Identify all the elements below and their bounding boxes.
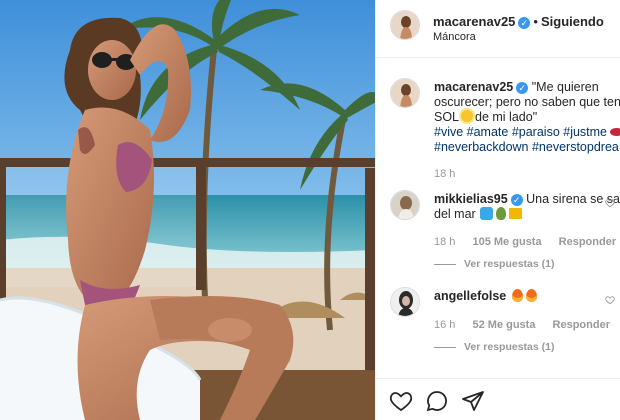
comment-username[interactable]: mikkielias95	[434, 192, 508, 206]
post-location[interactable]: Máncora	[433, 31, 476, 43]
commenter-avatar[interactable]	[390, 190, 420, 220]
crown-emoji-icon	[508, 208, 522, 219]
comment-button-graphic	[426, 391, 447, 412]
fire-emoji-icon	[526, 289, 538, 302]
hashtags-line-1[interactable]: #vive #amate #paraiso #justme	[434, 125, 607, 139]
following-button[interactable]: Siguiendo	[541, 14, 604, 29]
author-username[interactable]: macarenav25	[433, 14, 515, 29]
share-button-graphic	[462, 391, 484, 411]
caption-line-3a: SOL	[434, 110, 460, 124]
caption-line-3b: de mi lado"	[475, 110, 538, 124]
verified-badge-icon: ✓	[516, 82, 529, 94]
beach-photo-image	[0, 0, 375, 420]
verified-badge-icon: ✓	[510, 194, 523, 206]
comment-text-line-2: del mar	[434, 207, 476, 221]
lips-emoji-icon	[610, 128, 620, 136]
replies-line	[434, 263, 456, 265]
replies-line	[434, 346, 456, 348]
author-line: macarenav25 ✓ • Siguiendo	[433, 14, 604, 29]
reply-button[interactable]: Responder	[559, 236, 616, 248]
commenter-avatar[interactable]	[390, 287, 420, 317]
comment-meta: 16 h 52 Me gusta Responder	[434, 319, 620, 331]
comment-time[interactable]: 16 h	[434, 319, 455, 331]
caption-avatar[interactable]	[390, 78, 420, 108]
like-button-graphic	[389, 392, 413, 412]
speech-bubble-icon[interactable]	[425, 389, 449, 413]
sun-emoji-icon	[461, 110, 474, 122]
comment-text: mikkielias95✓ Una sirena se salió del ma…	[434, 192, 620, 222]
heart-outline-icon[interactable]	[389, 389, 413, 413]
paper-plane-icon[interactable]	[461, 389, 485, 413]
hashtags-line-2[interactable]: #neverbackdown #neverstopdrea	[434, 140, 620, 155]
caption-avatar-image	[391, 79, 419, 107]
shell-emoji-icon	[495, 207, 506, 220]
caption-line-2: oscurecer; pero no saben que teng	[434, 95, 620, 109]
separator-dot: •	[533, 14, 538, 29]
comment-text: angellefolse	[434, 289, 620, 304]
caption-meta: 18 h	[434, 168, 469, 180]
post-action-bar	[376, 378, 620, 420]
post-side-panel: macarenav25 ✓ • Siguiendo Máncora macarenav…	[375, 0, 620, 420]
post-header: macarenav25 ✓ • Siguiendo Máncora	[376, 0, 620, 58]
view-replies-button[interactable]: Ver respuestas (1)	[434, 258, 554, 270]
view-replies-label: Ver respuestas (1)	[464, 341, 555, 353]
caption-line-1: "Me quieren	[531, 80, 599, 94]
comment-like-count[interactable]: 52 Me gusta	[472, 319, 535, 331]
view-replies-label: Ver respuestas (1)	[464, 258, 555, 270]
comment-username[interactable]: angellefolse	[434, 289, 506, 303]
comment-like-heart-icon[interactable]	[605, 198, 615, 208]
commenter-avatar-image	[391, 191, 419, 219]
fire-emoji-icon	[512, 289, 524, 302]
caption-username[interactable]: macarenav25	[434, 80, 513, 94]
verified-badge-icon: ✓	[518, 17, 531, 29]
caption-text: macarenav25 ✓ "Me quieren oscurecer; pero…	[434, 80, 620, 155]
author-avatar[interactable]	[390, 10, 420, 40]
view-replies-button[interactable]: Ver respuestas (1)	[434, 341, 554, 353]
post-photo[interactable]	[0, 0, 375, 420]
wave-emoji-icon	[479, 207, 493, 220]
comment-time[interactable]: 18 h	[434, 236, 455, 248]
commenter-avatar-image	[391, 288, 419, 316]
comment-meta: 18 h 105 Me gusta Responder	[434, 236, 620, 248]
caption-time[interactable]: 18 h	[434, 168, 455, 180]
author-avatar-image	[391, 11, 419, 39]
comment-like-count[interactable]: 105 Me gusta	[472, 236, 541, 248]
reply-button[interactable]: Responder	[553, 319, 610, 331]
comment-like-heart-icon[interactable]	[605, 295, 615, 305]
